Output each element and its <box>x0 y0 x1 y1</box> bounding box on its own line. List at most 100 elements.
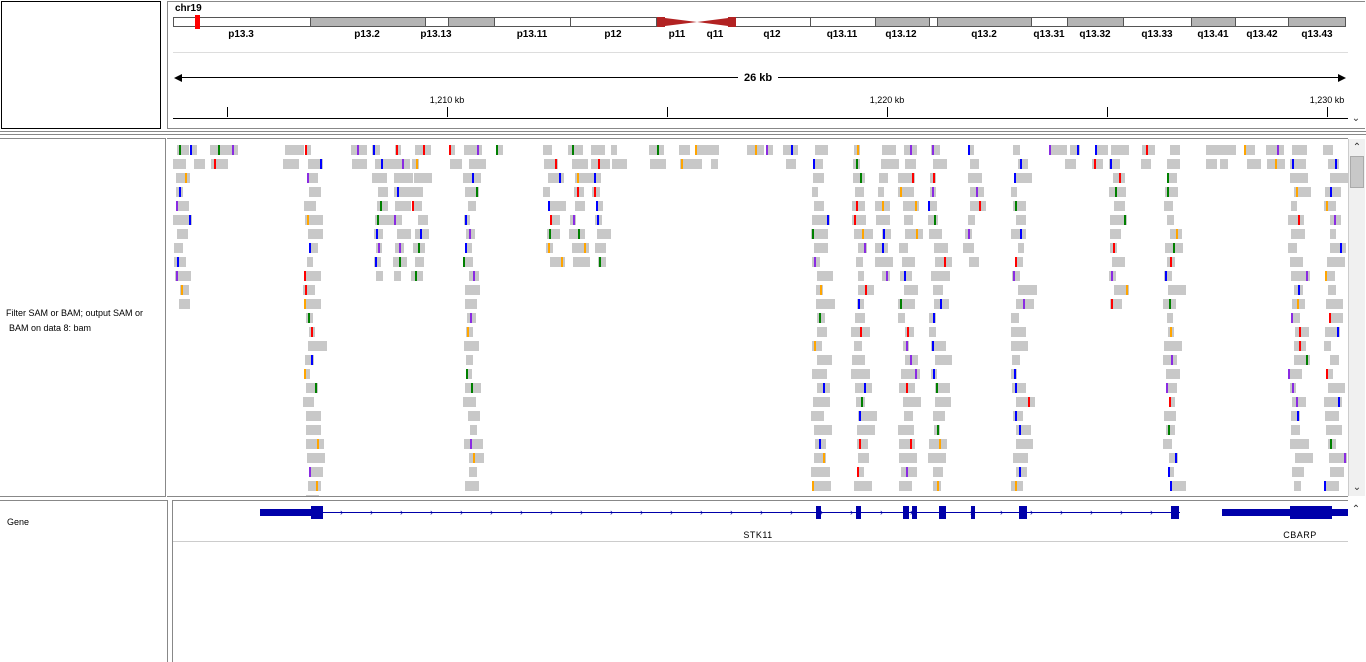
aligned-read[interactable] <box>857 467 864 477</box>
aligned-read[interactable] <box>575 201 585 211</box>
gene-exon[interactable] <box>1019 506 1027 519</box>
aligned-read[interactable] <box>593 173 601 183</box>
aligned-read[interactable] <box>650 159 666 169</box>
cyto-band[interactable] <box>811 17 876 27</box>
aligned-read[interactable] <box>548 201 566 211</box>
aligned-read[interactable] <box>928 215 938 225</box>
aligned-read[interactable] <box>395 201 411 211</box>
aligned-read[interactable] <box>309 467 323 477</box>
aligned-read[interactable] <box>1288 215 1304 225</box>
aligned-read[interactable] <box>1288 243 1297 253</box>
aligned-read[interactable] <box>307 453 325 463</box>
aligned-read[interactable] <box>1327 257 1345 267</box>
aligned-read[interactable] <box>1325 187 1341 197</box>
aligned-read[interactable] <box>543 145 552 155</box>
aligned-read[interactable] <box>574 187 584 197</box>
aligned-read[interactable] <box>904 215 913 225</box>
aligned-read[interactable] <box>418 215 428 225</box>
aligned-read[interactable] <box>395 145 401 155</box>
aligned-read[interactable] <box>858 243 867 253</box>
aligned-read[interactable] <box>934 299 949 309</box>
aligned-read[interactable] <box>853 173 865 183</box>
aligned-read[interactable] <box>1016 439 1033 449</box>
aligned-read[interactable] <box>463 257 473 267</box>
aligned-read[interactable] <box>1164 201 1173 211</box>
aligned-read[interactable] <box>814 243 828 253</box>
aligned-read[interactable] <box>595 243 606 253</box>
aligned-read[interactable] <box>469 453 484 463</box>
cyto-band[interactable] <box>173 17 311 27</box>
aligned-read[interactable] <box>1294 285 1303 295</box>
aligned-read[interactable] <box>1169 453 1178 463</box>
aligned-read[interactable] <box>575 173 594 183</box>
aligned-read[interactable] <box>876 215 890 225</box>
aligned-read[interactable] <box>898 187 914 197</box>
aligned-read[interactable] <box>352 159 367 169</box>
aligned-read[interactable] <box>1164 411 1176 421</box>
cyto-band[interactable] <box>1032 17 1068 27</box>
aligned-read[interactable] <box>899 243 908 253</box>
aligned-read[interactable] <box>1324 481 1339 491</box>
aligned-read[interactable] <box>1291 201 1297 211</box>
aligned-read[interactable] <box>811 229 828 239</box>
aligned-read[interactable] <box>904 285 918 295</box>
aligned-read[interactable] <box>1267 159 1285 169</box>
aligned-read[interactable] <box>875 257 893 267</box>
aligned-read[interactable] <box>211 159 228 169</box>
aligned-read[interactable] <box>970 187 984 197</box>
aligned-read[interactable] <box>1330 173 1348 183</box>
aligned-read[interactable] <box>930 173 936 183</box>
aligned-read[interactable] <box>712 145 719 155</box>
aligned-read[interactable] <box>813 397 830 407</box>
aligned-read[interactable] <box>378 187 388 197</box>
aligned-read[interactable] <box>393 257 407 267</box>
aligned-read[interactable] <box>882 229 891 239</box>
aligned-read[interactable] <box>544 159 558 169</box>
aligned-read[interactable] <box>596 201 603 211</box>
aligned-read[interactable] <box>304 299 321 309</box>
aligned-read[interactable] <box>1167 215 1174 225</box>
aligned-read[interactable] <box>1112 257 1125 267</box>
aligned-read[interactable] <box>970 159 979 169</box>
aligned-read[interactable] <box>935 397 951 407</box>
aligned-read[interactable] <box>465 187 479 197</box>
aligned-read[interactable] <box>591 159 610 169</box>
chevron-up-icon[interactable]: ⌃ <box>1348 503 1364 517</box>
aligned-read[interactable] <box>812 369 827 379</box>
aligned-read[interactable] <box>1326 369 1333 379</box>
aligned-read[interactable] <box>412 201 422 211</box>
aligned-read[interactable] <box>813 159 823 169</box>
aligned-read[interactable] <box>466 327 473 337</box>
aligned-read[interactable] <box>1292 145 1307 155</box>
aligned-read[interactable] <box>548 173 564 183</box>
gene-exon[interactable] <box>903 506 909 519</box>
aligned-read[interactable] <box>190 145 197 155</box>
aligned-read[interactable] <box>904 411 913 421</box>
aligned-read[interactable] <box>899 439 915 449</box>
aligned-read[interactable] <box>1016 425 1031 435</box>
aligned-read[interactable] <box>783 145 798 155</box>
aligned-read[interactable] <box>933 481 941 491</box>
aligned-read[interactable] <box>176 173 190 183</box>
cyto-band[interactable] <box>1192 17 1236 27</box>
aligned-read[interactable] <box>572 159 588 169</box>
gene-label-stk11[interactable]: STK11 <box>743 530 772 540</box>
aligned-read[interactable] <box>1013 201 1026 211</box>
aligned-read[interactable] <box>933 159 947 169</box>
aligned-read[interactable] <box>1324 397 1342 407</box>
aligned-read[interactable] <box>572 243 589 253</box>
aligned-read[interactable] <box>1220 159 1228 169</box>
aligned-read[interactable] <box>174 243 183 253</box>
aligned-read[interactable] <box>376 243 382 253</box>
aligned-read[interactable] <box>464 439 483 449</box>
aligned-read[interactable] <box>1170 229 1182 239</box>
aligned-read[interactable] <box>812 481 831 491</box>
aligned-read[interactable] <box>1217 145 1236 155</box>
aligned-read[interactable] <box>933 411 945 421</box>
aligned-read[interactable] <box>814 453 826 463</box>
aligned-read[interactable] <box>1166 383 1177 393</box>
aligned-read[interactable] <box>394 159 410 169</box>
gene-track-name[interactable]: Gene <box>7 517 29 527</box>
aligned-read[interactable] <box>902 257 915 267</box>
aligned-read[interactable] <box>858 271 864 281</box>
